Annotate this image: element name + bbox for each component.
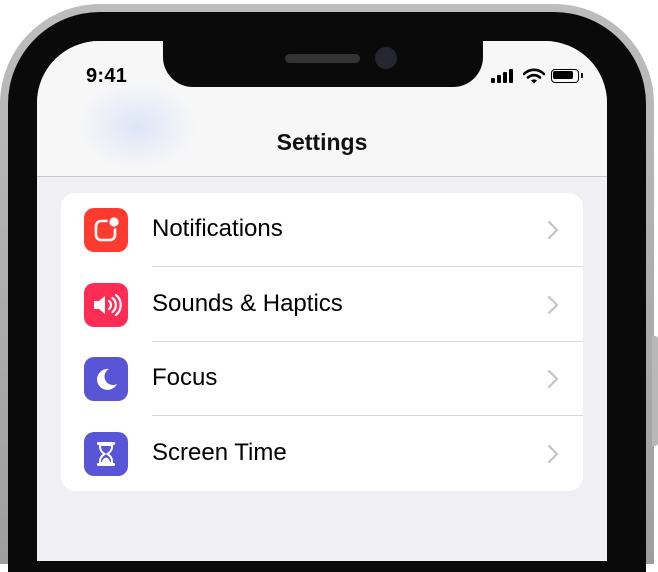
moon-icon — [84, 357, 128, 401]
phone-screen: 9:41 Settings Notifications Sounds & Hap… — [37, 41, 607, 561]
row-label: Sounds & Haptics — [152, 290, 343, 317]
cellular-signal-icon — [491, 67, 517, 85]
speaker-grille — [285, 54, 360, 63]
page-title: Settings — [276, 129, 368, 155]
row-label: Screen Time — [152, 439, 287, 466]
front-camera — [375, 47, 397, 69]
battery-level — [553, 71, 573, 79]
settings-row-notifications[interactable]: Notifications — [61, 193, 583, 267]
status-time: 9:41 — [86, 65, 128, 87]
screen-glow — [77, 81, 197, 171]
chevron-right-icon — [547, 220, 559, 240]
battery-icon — [551, 69, 585, 83]
row-divider — [152, 266, 583, 267]
row-divider — [152, 415, 583, 416]
settings-row-sounds-haptics[interactable]: Sounds & Haptics — [61, 268, 583, 342]
status-icons — [491, 67, 585, 85]
hourglass-icon — [84, 432, 128, 476]
chevron-right-icon — [547, 444, 559, 464]
chevron-right-icon — [547, 295, 559, 315]
settings-group: Notifications Sounds & Haptics Focus Scr… — [61, 193, 583, 491]
settings-row-focus[interactable]: Focus — [61, 342, 583, 416]
chevron-right-icon — [547, 369, 559, 389]
speaker-icon — [84, 283, 128, 327]
settings-row-screen-time[interactable]: Screen Time — [61, 417, 583, 491]
navigation-bar: 9:41 Settings — [37, 41, 607, 177]
notch — [163, 41, 483, 87]
row-label: Notifications — [152, 215, 283, 242]
wifi-icon — [523, 68, 545, 84]
side-button — [652, 336, 658, 446]
row-label: Focus — [152, 364, 218, 391]
notifications-icon — [84, 208, 128, 252]
